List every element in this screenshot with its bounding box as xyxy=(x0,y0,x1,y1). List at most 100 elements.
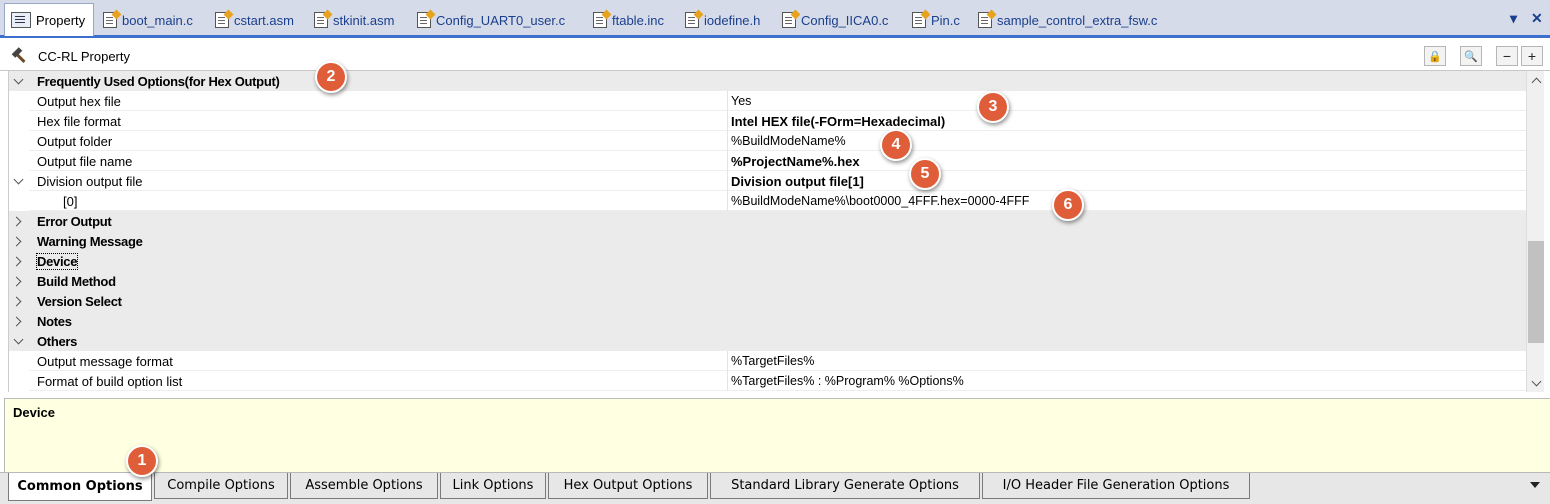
category-label: Version Select xyxy=(37,293,122,309)
tab-label: stkinit.asm xyxy=(333,12,395,28)
description-panel: Device xyxy=(4,398,1550,472)
tab-label: Standard Library Generate Options xyxy=(731,478,959,493)
scroll-up-icon[interactable] xyxy=(1527,71,1545,89)
category-notes[interactable]: Notes xyxy=(9,311,1526,331)
tab-label: ftable.inc xyxy=(612,12,665,28)
search-button[interactable]: 🔍 xyxy=(1460,46,1482,66)
tab-label: Hex Output Options xyxy=(563,478,693,493)
tab-ftable-inc[interactable]: ftable.inc xyxy=(593,5,664,35)
scroll-down-icon[interactable] xyxy=(1527,374,1545,392)
tab-label: Common Options xyxy=(17,479,143,494)
property-row[interactable]: Output file name %ProjectName%.hex xyxy=(9,151,1526,171)
property-row[interactable]: Format of build option list %TargetFiles… xyxy=(9,371,1526,391)
tab-iodefine-h[interactable]: iodefine.h xyxy=(685,5,760,35)
tab-list-dropdown-icon[interactable] xyxy=(1530,482,1540,488)
description-title: Device xyxy=(13,405,55,420)
tab-label: Config_IICA0.c xyxy=(801,12,889,28)
tab-list-dropdown-icon[interactable]: ▾ xyxy=(1510,10,1517,27)
property-subrow[interactable]: [0] %BuildModeName%\boot0000_4FFF.hex=00… xyxy=(9,191,1526,211)
tab-pin-c[interactable]: Pin.c xyxy=(912,5,960,35)
expand-icon[interactable] xyxy=(11,251,25,271)
h-file-icon xyxy=(685,12,699,28)
collapse-icon[interactable] xyxy=(11,71,25,91)
tab-label: sample_control_extra_fsw.c xyxy=(997,12,1158,28)
c-file-icon xyxy=(912,12,926,28)
scrollbar-thumb[interactable] xyxy=(1528,241,1544,343)
category-device[interactable]: Device xyxy=(9,251,1526,271)
category-label: Build Method xyxy=(37,273,116,289)
c-file-icon xyxy=(417,12,431,28)
category-warning-message[interactable]: Warning Message xyxy=(9,231,1526,251)
property-value[interactable]: Intel HEX file(-FOrm=Hexadecimal) xyxy=(731,114,945,129)
property-value[interactable]: %TargetFiles% : %Program% %Options% xyxy=(731,374,964,388)
property-row[interactable]: Output message format %TargetFiles% xyxy=(9,351,1526,371)
tab-config-uart0-user-c[interactable]: Config_UART0_user.c xyxy=(417,5,565,35)
property-row[interactable]: Output folder %BuildModeName% xyxy=(9,131,1526,151)
tab-label: Config_UART0_user.c xyxy=(436,12,566,28)
property-name: Output hex file xyxy=(37,93,121,109)
property-row[interactable]: Hex file format Intel HEX file(-FOrm=Hex… xyxy=(9,111,1526,131)
property-title: CC-RL Property xyxy=(38,49,130,64)
category-build-method[interactable]: Build Method xyxy=(9,271,1526,291)
tab-io-header-file-generation-options[interactable]: I/O Header File Generation Options xyxy=(982,473,1250,499)
category-label: Notes xyxy=(37,313,72,329)
tab-label: cstart.asm xyxy=(234,12,294,28)
category-label: Warning Message xyxy=(37,233,143,249)
collapse-icon[interactable] xyxy=(11,171,25,191)
tab-config-iica0-c[interactable]: Config_IICA0.c xyxy=(782,5,888,35)
property-header: CC-RL Property 🔒 🔍 − + xyxy=(0,41,1550,71)
property-value[interactable]: Division output file[1] xyxy=(731,174,864,189)
tab-sample-control-extra-fsw-c[interactable]: sample_control_extra_fsw.c xyxy=(978,5,1157,35)
property-value[interactable]: %TargetFiles% xyxy=(731,354,814,368)
collapse-all-button[interactable]: − xyxy=(1496,46,1518,66)
tab-label: Link Options xyxy=(452,478,534,493)
category-frequently-used-options[interactable]: Frequently Used Options(for Hex Output) xyxy=(9,71,1526,91)
category-error-output[interactable]: Error Output xyxy=(9,211,1526,231)
property-grid: Frequently Used Options(for Hex Output) … xyxy=(8,71,1526,392)
property-name: Output folder xyxy=(37,133,113,149)
collapse-icon[interactable] xyxy=(11,331,25,351)
tab-boot-main-c[interactable]: boot_main.c xyxy=(103,5,193,35)
callout-marker: 2 xyxy=(315,61,347,93)
tab-assemble-options[interactable]: Assemble Options xyxy=(290,473,438,499)
property-name: Hex file format xyxy=(37,113,121,129)
tab-property[interactable]: Property xyxy=(4,3,95,36)
category-others[interactable]: Others xyxy=(9,331,1526,351)
tab-cstart-asm[interactable]: cstart.asm xyxy=(215,5,294,35)
c-file-icon xyxy=(782,12,796,28)
property-value[interactable]: %BuildModeName%\boot0000_4FFF.hex=0000-4… xyxy=(731,194,1029,208)
property-row[interactable]: Output hex file Yes xyxy=(9,91,1526,111)
category-label: Device xyxy=(35,252,79,270)
property-name: Division output file xyxy=(37,173,143,189)
hammer-icon xyxy=(12,48,28,64)
tab-standard-library-generate-options[interactable]: Standard Library Generate Options xyxy=(710,473,980,499)
expand-icon[interactable] xyxy=(11,311,25,331)
expand-icon[interactable] xyxy=(11,291,25,311)
lock-button[interactable]: 🔒 xyxy=(1424,46,1446,66)
property-name: Output message format xyxy=(37,353,173,369)
expand-all-button[interactable]: + xyxy=(1521,46,1543,66)
category-label: Error Output xyxy=(37,213,112,229)
property-value[interactable]: %ProjectName%.hex xyxy=(731,154,860,169)
tab-stkinit-asm[interactable]: stkinit.asm xyxy=(314,5,394,35)
tab-hex-output-options[interactable]: Hex Output Options xyxy=(548,473,708,499)
category-version-select[interactable]: Version Select xyxy=(9,291,1526,311)
property-name: [0] xyxy=(63,193,78,209)
callout-marker: 1 xyxy=(126,445,158,477)
property-row-expandable[interactable]: Division output file Division output fil… xyxy=(9,171,1526,191)
vertical-scrollbar[interactable] xyxy=(1526,71,1544,392)
tab-compile-options[interactable]: Compile Options xyxy=(154,473,288,499)
c-file-icon xyxy=(978,12,992,28)
property-value[interactable]: %BuildModeName% xyxy=(731,134,846,148)
close-icon[interactable]: ✕ xyxy=(1531,10,1543,27)
expand-icon[interactable] xyxy=(11,231,25,251)
expand-icon[interactable] xyxy=(11,271,25,291)
tab-label: Compile Options xyxy=(167,478,275,493)
tab-link-options[interactable]: Link Options xyxy=(440,473,546,499)
tab-label: iodefine.h xyxy=(704,12,761,28)
tab-common-options[interactable]: Common Options xyxy=(8,473,152,501)
expand-icon[interactable] xyxy=(11,211,25,231)
callout-marker: 3 xyxy=(977,91,1009,123)
inc-file-icon xyxy=(593,12,607,28)
property-value[interactable]: Yes xyxy=(731,94,751,108)
